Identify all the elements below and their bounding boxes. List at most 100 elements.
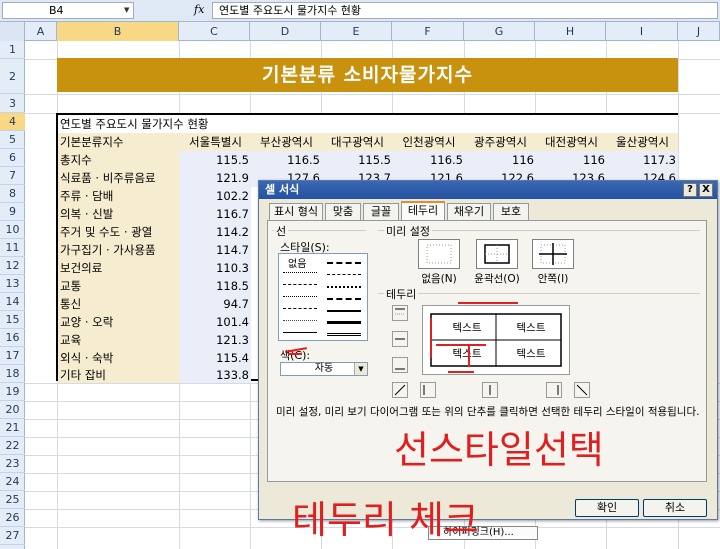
value-cell[interactable]: 116.7: [180, 205, 251, 223]
border-diagonal-up-button[interactable]: [392, 382, 408, 398]
row-header-12[interactable]: 12: [0, 257, 25, 275]
table-header-cell[interactable]: 대전광역시: [536, 133, 607, 151]
row-header-19[interactable]: 19: [0, 383, 25, 401]
help-icon[interactable]: ?: [683, 183, 697, 197]
value-cell[interactable]: 118.5: [180, 277, 251, 295]
tab-number-format[interactable]: 표시 형식: [269, 203, 323, 220]
line-style-option[interactable]: [283, 296, 317, 297]
row-header-8[interactable]: 8: [0, 185, 25, 203]
line-style-option[interactable]: [283, 284, 317, 285]
line-style-option[interactable]: [327, 262, 361, 264]
row-label-cell[interactable]: 교육: [58, 331, 180, 349]
value-cell[interactable]: 116.5: [393, 151, 465, 169]
close-icon[interactable]: X: [699, 183, 713, 197]
value-cell[interactable]: 114.2: [180, 223, 251, 241]
line-style-none[interactable]: 없음: [288, 255, 306, 270]
line-style-option[interactable]: [283, 320, 317, 321]
row-header-1[interactable]: 1: [0, 41, 25, 59]
formula-input[interactable]: 연도별 주요도시 물가지수 현황: [212, 2, 718, 19]
line-style-option[interactable]: [327, 274, 361, 275]
table-header-cell[interactable]: 광주광역시: [465, 133, 536, 151]
row-header-17[interactable]: 17: [0, 347, 25, 365]
column-header-g[interactable]: G: [464, 22, 535, 41]
row-label-cell[interactable]: 기타 잡비: [58, 367, 180, 383]
border-middle-button[interactable]: [392, 331, 408, 347]
ok-button[interactable]: 확인: [575, 499, 639, 517]
value-cell[interactable]: 116: [536, 151, 607, 169]
border-bottom-button[interactable]: [392, 357, 408, 373]
column-header-j[interactable]: J: [678, 22, 720, 41]
table-header-cell[interactable]: 서울특별시: [180, 133, 251, 151]
row-header-25[interactable]: 25: [0, 491, 25, 509]
name-box[interactable]: B4: [2, 2, 134, 19]
line-style-option[interactable]: [327, 286, 361, 288]
column-header-a[interactable]: A: [25, 22, 57, 41]
column-header-c[interactable]: C: [179, 22, 250, 41]
row-label-cell[interactable]: 교양 · 오락: [58, 313, 180, 331]
row-header-15[interactable]: 15: [0, 311, 25, 329]
column-header-i[interactable]: I: [606, 22, 678, 41]
row-header-18[interactable]: 18: [0, 365, 25, 383]
border-top-button[interactable]: [392, 305, 408, 321]
row-header-23[interactable]: 23: [0, 455, 25, 473]
column-header-b[interactable]: B: [57, 22, 179, 41]
column-header-e[interactable]: E: [321, 22, 392, 41]
row-header-11[interactable]: 11: [0, 239, 25, 257]
line-style-option[interactable]: [327, 298, 361, 300]
value-cell[interactable]: 101.4: [180, 313, 251, 331]
color-select[interactable]: 자동 ▼: [280, 362, 368, 376]
table-header-cell[interactable]: 부산광역시: [251, 133, 322, 151]
row-header-5[interactable]: 5: [0, 131, 25, 149]
line-style-option[interactable]: [283, 308, 317, 309]
tab-fill[interactable]: 채우기: [447, 203, 491, 220]
column-header-h[interactable]: H: [535, 22, 606, 41]
line-style-option[interactable]: [327, 333, 361, 336]
row-label-cell[interactable]: 가구집기 · 가사용품: [58, 241, 180, 259]
row-header-21[interactable]: 21: [0, 419, 25, 437]
border-left-button[interactable]: [420, 382, 436, 398]
preset-inside-button[interactable]: [532, 239, 574, 269]
row-label-cell[interactable]: 외식 · 숙박: [58, 349, 180, 367]
row-label-cell[interactable]: 의복 · 신발: [58, 205, 180, 223]
value-cell[interactable]: 115.5: [180, 151, 251, 169]
chevron-down-icon[interactable]: ▼: [354, 363, 367, 375]
row-header-14[interactable]: 14: [0, 293, 25, 311]
value-cell[interactable]: 110.3: [180, 259, 251, 277]
row-header-3[interactable]: 3: [0, 94, 25, 113]
column-header-f[interactable]: F: [392, 22, 464, 41]
row-label-cell[interactable]: 주거 및 수도 · 광열: [58, 223, 180, 241]
value-cell[interactable]: 117.3: [607, 151, 678, 169]
value-cell[interactable]: 114.7: [180, 241, 251, 259]
table-header-cell[interactable]: 대구광역시: [322, 133, 393, 151]
row-header-9[interactable]: 9: [0, 203, 25, 221]
value-cell[interactable]: 115.4: [180, 349, 251, 367]
border-right-button[interactable]: [546, 382, 562, 398]
value-cell[interactable]: 116.5: [251, 151, 322, 169]
row-label-cell[interactable]: 보건의료: [58, 259, 180, 277]
function-icon[interactable]: fx: [194, 2, 204, 18]
value-cell[interactable]: 116: [465, 151, 536, 169]
row-label-cell[interactable]: 통신: [58, 295, 180, 313]
value-cell[interactable]: 102.2: [180, 187, 251, 205]
line-style-list[interactable]: 없음: [278, 253, 368, 341]
row-header-2[interactable]: 2: [0, 59, 25, 94]
border-preview[interactable]: 텍스트 텍스트 텍스트 텍스트: [422, 305, 570, 375]
row-label-cell[interactable]: 식료품 · 비주류음료: [58, 169, 180, 187]
tab-border[interactable]: 테두리: [401, 201, 445, 221]
row-header-6[interactable]: 6: [0, 149, 25, 167]
row-header-20[interactable]: 20: [0, 401, 25, 419]
row-header-10[interactable]: 10: [0, 221, 25, 239]
table-header-cell[interactable]: 인천광역시: [393, 133, 465, 151]
table-caption-cell[interactable]: 연도별 주요도시 물가지수 현황: [58, 115, 678, 133]
row-label-cell[interactable]: 주류 · 담배: [58, 187, 180, 205]
tab-font[interactable]: 글꼴: [363, 203, 399, 220]
line-style-option[interactable]: [327, 321, 361, 324]
value-cell[interactable]: 133.8: [180, 367, 251, 383]
row-header-4[interactable]: 4: [0, 113, 25, 131]
row-header-27[interactable]: 27: [0, 527, 25, 545]
table-header-cell[interactable]: 기본분류지수: [58, 133, 180, 151]
border-center-button[interactable]: [482, 382, 498, 398]
select-all-corner[interactable]: [0, 22, 25, 41]
border-diagonal-down-button[interactable]: [574, 382, 590, 398]
value-cell[interactable]: 121.3: [180, 331, 251, 349]
